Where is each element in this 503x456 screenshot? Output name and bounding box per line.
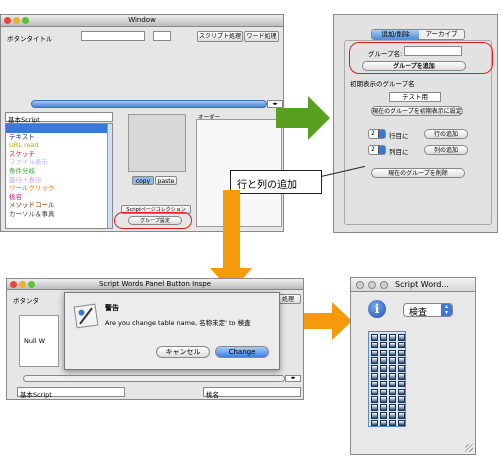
grid-button[interactable]: [380, 373, 387, 380]
grid-button[interactable]: [380, 341, 387, 349]
grid-button[interactable]: [380, 365, 387, 372]
grid-button[interactable]: [389, 341, 396, 349]
pen-icon: [78, 307, 93, 325]
scroll-arrows[interactable]: ◂▸: [285, 375, 301, 382]
cancel-button[interactable]: キャンセル: [156, 346, 210, 358]
alert-dialog: 警告 Are you change table name, 名称未定' to 検…: [64, 292, 280, 370]
grid-button[interactable]: [389, 373, 396, 380]
grid-button[interactable]: [398, 334, 405, 341]
grid-button[interactable]: [389, 396, 396, 403]
button-grid: [368, 331, 406, 427]
grid-button[interactable]: [380, 349, 387, 357]
grid-button[interactable]: [371, 373, 378, 380]
app-icon: [73, 303, 99, 329]
grid-button[interactable]: [398, 404, 405, 411]
resize-grip[interactable]: [465, 444, 473, 452]
grid-button[interactable]: [371, 412, 378, 419]
grid-button[interactable]: [380, 396, 387, 403]
change-button[interactable]: Change: [215, 346, 269, 358]
grid-button[interactable]: [371, 357, 378, 364]
script-words-window: Script Word... i 検査 ▴ ▾: [350, 277, 476, 455]
button-title-label: ボタンタ: [13, 297, 39, 305]
grid-button[interactable]: [398, 380, 405, 388]
grid-button[interactable]: [398, 412, 405, 419]
null-words-box: Null W: [19, 315, 59, 367]
grid-button[interactable]: [389, 349, 396, 357]
grid-button[interactable]: [380, 404, 387, 411]
grid-button[interactable]: [389, 380, 396, 388]
select-stepper-icon: ▴ ▾: [441, 304, 452, 316]
grid-button[interactable]: [380, 419, 387, 427]
grid-button[interactable]: [389, 357, 396, 364]
grid-button[interactable]: [371, 388, 378, 396]
grid-button[interactable]: [398, 357, 405, 364]
grid-button[interactable]: [371, 349, 378, 357]
script-category-select[interactable]: 基本Script: [17, 387, 125, 399]
group-select[interactable]: 検査 ▴ ▾: [403, 303, 453, 318]
grid-button[interactable]: [380, 334, 387, 341]
grid-button[interactable]: [380, 412, 387, 419]
grid-button[interactable]: [398, 388, 405, 396]
grid-button[interactable]: [371, 334, 378, 341]
grid-button[interactable]: [380, 357, 387, 364]
grid-button[interactable]: [371, 396, 378, 403]
zoom-button[interactable]: [380, 281, 388, 289]
grid-button[interactable]: [389, 388, 396, 396]
grid-button[interactable]: [389, 334, 396, 341]
grid-button[interactable]: [371, 365, 378, 372]
close-button[interactable]: [356, 281, 364, 289]
grid-button[interactable]: [398, 396, 405, 403]
order-select[interactable]: 桃名: [203, 387, 301, 399]
grid-button[interactable]: [371, 380, 378, 388]
info-icon[interactable]: i: [368, 300, 386, 318]
grid-button[interactable]: [380, 380, 387, 388]
green-arrow: [276, 96, 330, 140]
grid-button[interactable]: [398, 373, 405, 380]
orange-arrow-down: [210, 190, 252, 292]
alert-message: Are you change table name, 名称未定' to 検査: [105, 319, 251, 327]
alert-title: 警告: [105, 304, 119, 312]
grid-button[interactable]: [398, 419, 405, 427]
grid-button[interactable]: [389, 412, 396, 419]
grid-button[interactable]: [389, 404, 396, 411]
grid-button[interactable]: [398, 349, 405, 357]
grid-button[interactable]: [389, 365, 396, 372]
horizontal-scrollbar[interactable]: [23, 375, 285, 382]
inspector-titlebar: Script Words Panel Button Inspe: [7, 279, 303, 290]
grid-button[interactable]: [398, 365, 405, 372]
grid-button[interactable]: [371, 419, 378, 427]
grid-button[interactable]: [389, 419, 396, 427]
script-words-titlebar: Script Word...: [351, 278, 475, 292]
grid-button[interactable]: [371, 404, 378, 411]
grid-button[interactable]: [398, 341, 405, 349]
minimize-button[interactable]: [368, 281, 376, 289]
inspector-title: Script Words Panel Button Inspe: [98, 280, 212, 288]
script-words-title: Script Word...: [395, 280, 449, 289]
grid-button[interactable]: [371, 341, 378, 349]
grid-button[interactable]: [380, 388, 387, 396]
